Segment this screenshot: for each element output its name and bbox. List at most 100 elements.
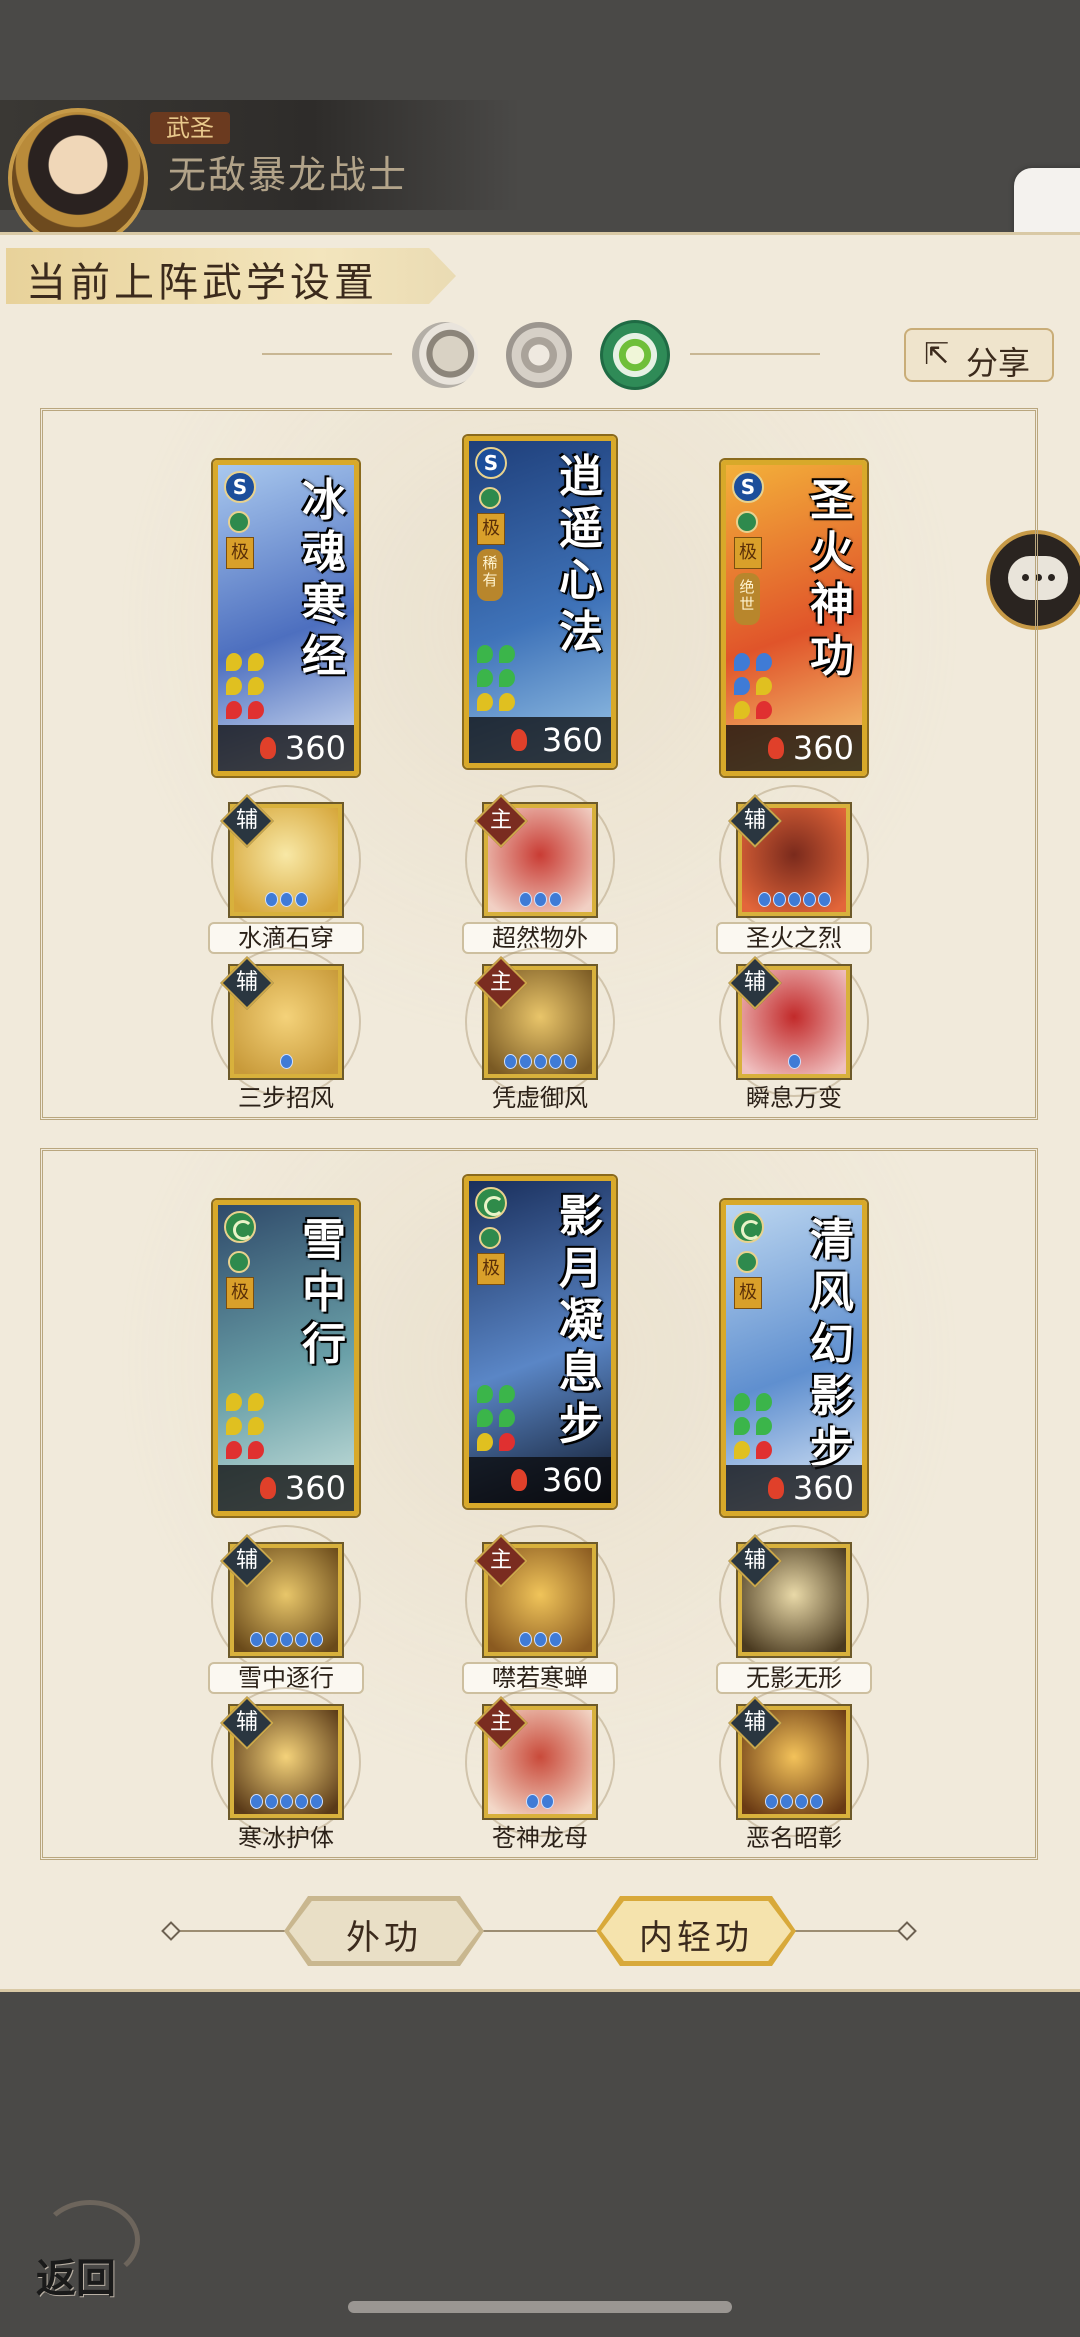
skill-icon[interactable]: 主 (474, 1696, 596, 1818)
home-indicator[interactable] (348, 2301, 732, 2313)
attribute-pip (248, 677, 264, 695)
attribute-pip (226, 653, 242, 671)
skill-card[interactable]: 极 清风幻影步 360 (721, 1200, 867, 1516)
attribute-pip (477, 645, 493, 663)
card-name: 影月凝息步 (559, 1191, 603, 1450)
card-name: 逍遥心法 (559, 451, 603, 658)
level-dot (810, 1794, 823, 1809)
attribute-pip (756, 1393, 772, 1411)
flame-icon (260, 1477, 276, 1499)
skill-icon[interactable]: 辅 (220, 794, 342, 916)
skill-level-dots (742, 892, 846, 908)
moon-icon (228, 1251, 250, 1273)
attribute-pip (477, 1385, 493, 1403)
share-label: 分享 (966, 344, 1031, 382)
attribute-pip (499, 693, 515, 711)
attribute-pip (248, 1417, 264, 1435)
skill-card[interactable]: S 极绝世 圣火神功 360 (721, 460, 867, 776)
nature-element-tab[interactable] (600, 320, 670, 390)
level-bar: 360 (726, 725, 862, 771)
attribute-pip (499, 1409, 515, 1427)
skill-icon[interactable]: 辅 (728, 794, 850, 916)
level-bar: 360 (469, 717, 611, 763)
card-name: 圣火神功 (810, 475, 854, 682)
level-dot (264, 892, 278, 907)
attribute-pip (248, 1441, 264, 1459)
skill-card[interactable]: S 极 冰魂寒经 360 (213, 460, 359, 776)
skill-icon[interactable]: 辅 (728, 1696, 850, 1818)
moon-icon (479, 487, 501, 509)
tab-outer-skill[interactable]: 外功 (284, 1896, 484, 1966)
attribute-pips (734, 651, 794, 723)
skill-label: 瞬息万变 (746, 1084, 842, 1112)
skill-icon[interactable]: 辅 (220, 1534, 342, 1656)
skill-tag-label: 辅 (235, 1710, 258, 1735)
flame-icon (511, 1469, 527, 1491)
skill-card[interactable]: 极 雪中行 360 (213, 1200, 359, 1516)
skill-icon[interactable]: 主 (474, 1534, 596, 1656)
share-icon: ⇱ (924, 337, 950, 372)
card-level: 360 (792, 1469, 854, 1507)
level-bar: 360 (469, 1457, 611, 1503)
tab-inner-skill[interactable]: 内轻功 (596, 1896, 796, 1966)
skill-level-dots (234, 1632, 338, 1648)
skill-icon[interactable]: 辅 (728, 1534, 850, 1656)
skill-level-dots (234, 1054, 338, 1070)
level-dot (518, 892, 532, 907)
level-dot (548, 1054, 562, 1069)
grade-badge: 极 (226, 537, 254, 569)
level-dot (309, 1794, 323, 1809)
attribute-pip (226, 1417, 242, 1435)
level-dot (294, 892, 308, 907)
skill-label: 寒冰护体 (238, 1824, 334, 1852)
nature-element-icon (224, 1211, 256, 1243)
level-dot (780, 1794, 793, 1809)
spirit-element-icon: S (732, 471, 764, 503)
skill-card[interactable]: S 极稀有 逍遥心法 360 (464, 436, 616, 768)
flame-icon (511, 729, 527, 751)
divider-line (262, 353, 392, 355)
card-level: 360 (792, 729, 854, 767)
skill-card[interactable]: 极 影月凝息步 360 (464, 1176, 616, 1508)
skill-icon[interactable]: 辅 (220, 956, 342, 1078)
attribute-pips (477, 643, 537, 715)
skill-icon[interactable]: 主 (474, 956, 596, 1078)
attribute-pip (248, 653, 264, 671)
level-bar: 360 (218, 1465, 354, 1511)
level-dot (765, 1794, 778, 1809)
level-dot (503, 1054, 517, 1069)
skill-tag-label: 主 (489, 808, 512, 833)
player-avatar[interactable] (8, 108, 148, 248)
level-dot (309, 1632, 323, 1647)
level-dot (518, 1632, 532, 1647)
skill-tag-label: 辅 (743, 808, 766, 833)
skill-label: 三步招风 (238, 1084, 334, 1112)
level-dot (533, 1632, 547, 1647)
moon-element-tab[interactable] (412, 322, 478, 388)
spirit-element-icon: S (475, 447, 507, 479)
skill-icon[interactable]: 辅 (220, 1696, 342, 1818)
attribute-pip (499, 1433, 515, 1451)
attribute-pip (756, 1417, 772, 1435)
sun-element-tab[interactable] (506, 322, 572, 388)
rarity-badge: 绝世 (734, 573, 760, 625)
skill-level-dots (234, 1794, 338, 1810)
spirit-element-icon: S (224, 471, 256, 503)
rarity-badge: 稀有 (477, 549, 503, 601)
flame-icon (260, 737, 276, 759)
skill-icon[interactable]: 辅 (728, 956, 850, 1078)
back-button[interactable]: 返回 (30, 2200, 140, 2302)
tab-outer-label: 外功 (346, 1918, 422, 1958)
skill-tag-label: 辅 (743, 1710, 766, 1735)
level-dot (533, 1054, 547, 1069)
share-button[interactable]: ⇱ 分享 (904, 328, 1054, 382)
card-name: 冰魂寒经 (302, 475, 346, 682)
skill-icon[interactable]: 主 (474, 794, 596, 916)
nature-element-icon (732, 1211, 764, 1243)
back-label: 返回 (36, 2255, 116, 2302)
level-dot (548, 892, 562, 907)
skill-tag-label: 主 (489, 970, 512, 995)
grade-badge: 极 (734, 537, 762, 569)
level-dot (249, 1794, 263, 1809)
attribute-pip (226, 1393, 242, 1411)
